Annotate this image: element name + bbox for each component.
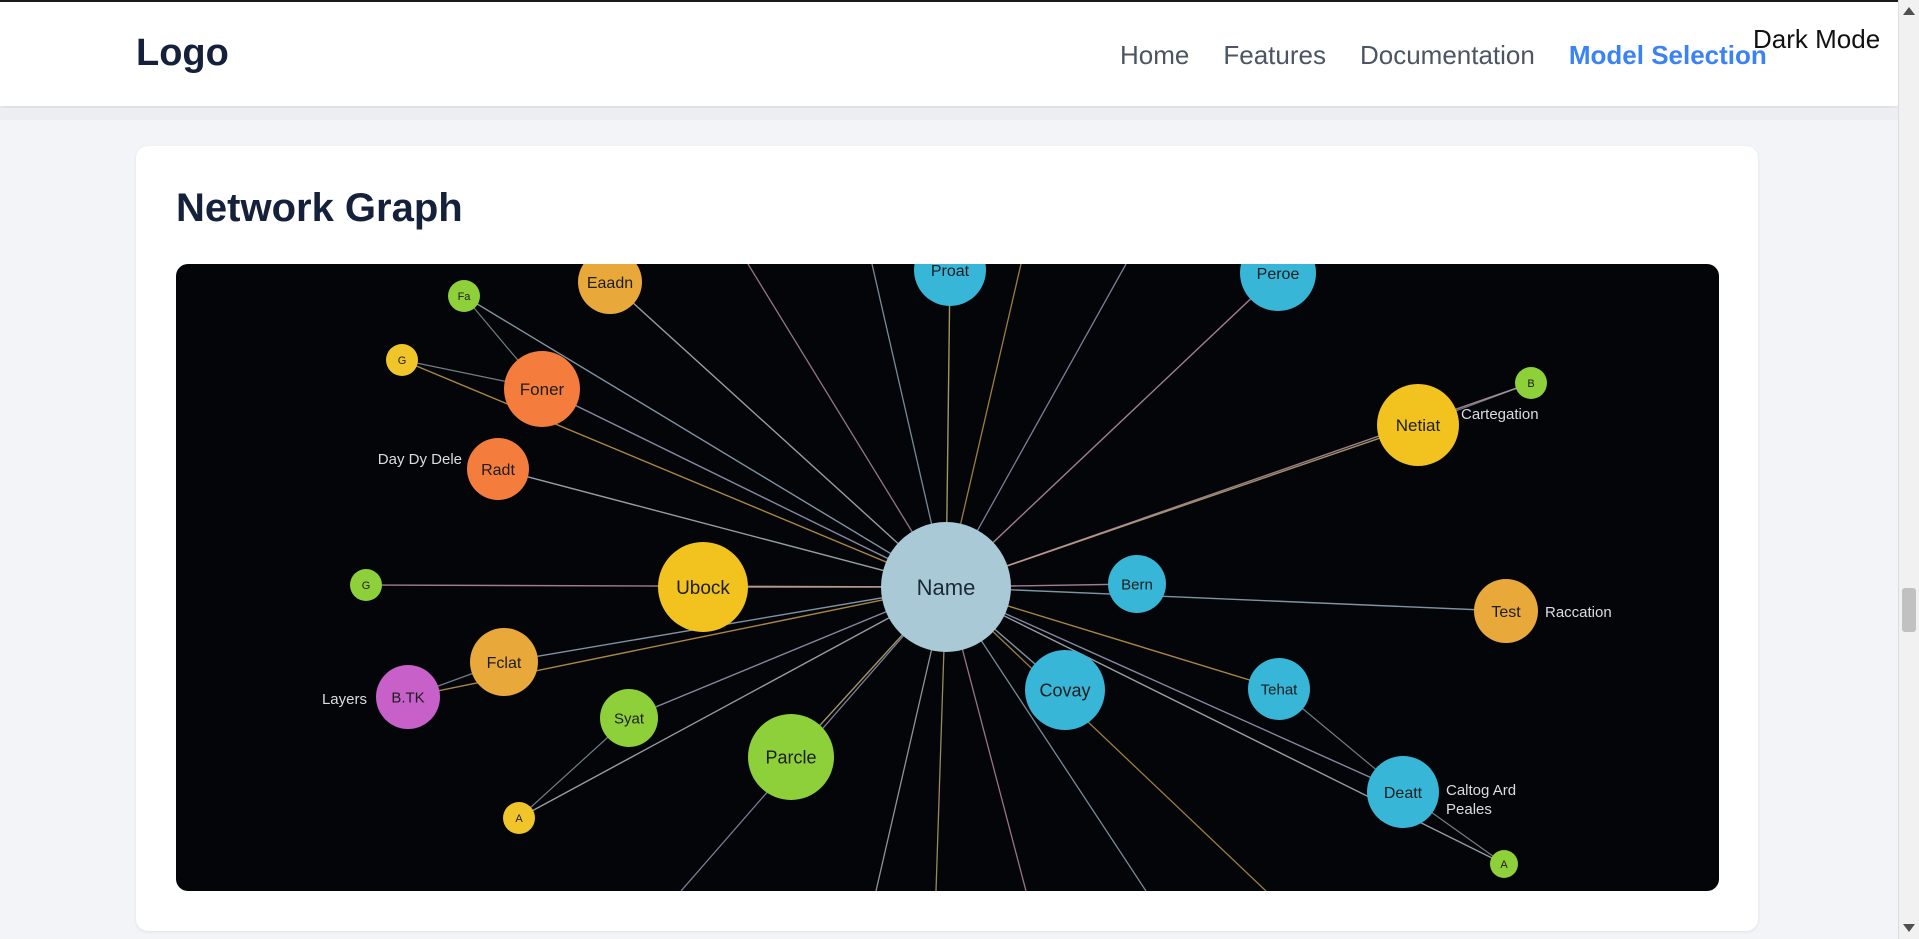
graph-node: Proat	[914, 264, 986, 306]
graph-node-label: Radt	[481, 462, 515, 479]
graph-node-label: Covay	[1039, 680, 1090, 700]
graph-annotation: Peales	[1446, 801, 1492, 818]
graph-node-label: Foner	[520, 380, 565, 399]
graph-node-label: Test	[1491, 604, 1521, 621]
graph-node-label: B	[1527, 378, 1534, 390]
graph-node: Ubock	[658, 542, 748, 632]
graph-annotation: Raccation	[1545, 604, 1612, 621]
graph-node: Covay	[1025, 650, 1105, 730]
scroll-up-arrow-icon[interactable]	[1903, 7, 1915, 15]
graph-node: Peroe	[1240, 264, 1316, 311]
top-navbar: Logo Home Features Documentation Model S…	[0, 0, 1898, 106]
graph-node: Radt	[467, 438, 529, 500]
scrollbar-thumb[interactable]	[1902, 588, 1916, 632]
graph-node: Bern	[1108, 555, 1166, 613]
graph-annotation: Caltog Ard	[1446, 782, 1516, 799]
graph-node-label: Syat	[614, 710, 645, 727]
graph-node-label: Proat	[931, 264, 970, 280]
nav-link-documentation[interactable]: Documentation	[1360, 40, 1535, 71]
graph-edge	[945, 586, 1404, 793]
graph-edge	[945, 586, 1267, 891]
graph-center-node: Name	[881, 522, 1011, 652]
graph-node-label: Ubock	[676, 578, 730, 599]
graph-edge	[945, 586, 1507, 612]
graph-edge	[945, 272, 1279, 588]
graph-node: A	[1490, 850, 1518, 878]
graph-node: G	[386, 344, 418, 376]
header-divider	[0, 108, 1898, 120]
graph-node: A	[503, 802, 535, 834]
graph-edge	[609, 281, 947, 588]
graph-node: Fclat	[470, 628, 538, 696]
graph-node: Tehat	[1248, 658, 1310, 720]
graph-node-label: Fa	[458, 291, 472, 303]
graph-node-label: Tehat	[1261, 681, 1299, 698]
graph-node: Foner	[504, 351, 580, 427]
graph-annotation: Layers	[322, 691, 367, 708]
dark-mode-toggle[interactable]: Dark Mode	[1753, 24, 1880, 55]
network-graph-svg: Eaadn Proat Peroe Fa G Foner Radt Ubock G Fclat B.…	[322, 264, 1612, 891]
graph-node: Deatt	[1367, 756, 1439, 828]
graph-node-label: Bern	[1121, 576, 1153, 593]
graph-node-label: A	[1500, 859, 1508, 871]
graph-node: Fa	[448, 280, 480, 312]
graph-node: B.TK	[376, 665, 440, 729]
graph-edge	[518, 586, 947, 819]
graph-node-label: Parcle	[765, 747, 816, 767]
graph-node-label: G	[362, 580, 371, 592]
nav-link-home[interactable]: Home	[1120, 40, 1189, 71]
graph-node-label: B.TK	[391, 689, 424, 706]
graph-annotation: Cartegation	[1461, 406, 1539, 423]
graph-node-label: A	[515, 813, 523, 825]
graph-node: Netiat	[1377, 384, 1459, 466]
graph-node: Syat	[600, 689, 658, 747]
graph-node: Test	[1474, 579, 1538, 643]
graph-node-label: G	[398, 355, 407, 367]
card-title: Network Graph	[176, 186, 463, 230]
graph-edge	[365, 584, 947, 588]
graph-annotation: Day Dy Dele	[378, 451, 462, 468]
scroll-down-arrow-icon[interactable]	[1903, 924, 1915, 932]
graph-center-label: Name	[917, 575, 976, 600]
graph-node-label: Eaadn	[587, 275, 633, 292]
nav-link-model-selection[interactable]: Model Selection	[1569, 40, 1767, 71]
graph-node-label: Peroe	[1257, 266, 1300, 283]
graph-node-label: Deatt	[1384, 785, 1423, 802]
graph-node: Parcle	[748, 714, 834, 800]
main-nav: Home Features Documentation Model Select…	[1120, 40, 1801, 71]
network-graph-image: Eaadn Proat Peroe Fa G Foner Radt Ubock G Fclat B.…	[176, 264, 1719, 891]
graph-node: Eaadn	[578, 264, 642, 314]
network-graph-card: Network Graph Eaadn Proat Peroe Fa G Foner Rad…	[136, 146, 1758, 931]
graph-node-label: Fclat	[487, 655, 522, 672]
logo[interactable]: Logo	[136, 32, 229, 75]
graph-node: G	[350, 569, 382, 601]
page-scrollbar[interactable]	[1898, 0, 1919, 939]
graph-node-label: Netiat	[1396, 416, 1441, 435]
nav-link-features[interactable]: Features	[1223, 40, 1326, 71]
graph-node: B	[1515, 367, 1547, 399]
